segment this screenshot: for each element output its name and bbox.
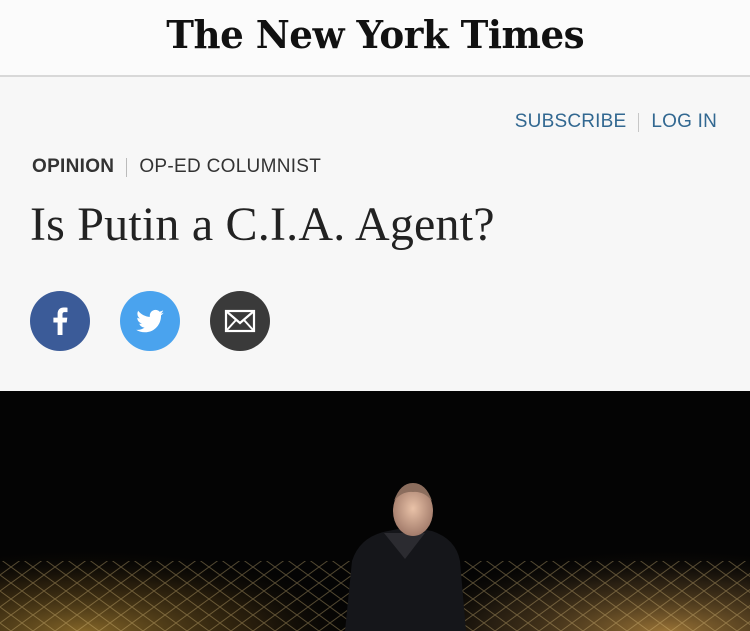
facebook-icon bbox=[53, 307, 68, 335]
login-link[interactable]: LOG IN bbox=[651, 111, 717, 133]
twitter-icon bbox=[136, 309, 164, 333]
facebook-share-button[interactable] bbox=[30, 291, 90, 351]
page-title: Is Putin a C.I.A. Agent? bbox=[30, 198, 495, 251]
masthead: The New York Times bbox=[0, 0, 750, 77]
section-label[interactable]: OPINION bbox=[32, 156, 114, 178]
share-tools bbox=[30, 291, 270, 351]
divider bbox=[638, 112, 640, 132]
nyt-logo[interactable]: The New York Times bbox=[166, 12, 584, 57]
twitter-share-button[interactable] bbox=[120, 291, 180, 351]
lead-photo[interactable] bbox=[0, 391, 750, 631]
lead-photo-image bbox=[0, 391, 750, 631]
kicker: OPINION OP-ED COLUMNIST bbox=[32, 156, 321, 178]
article-header: SUBSCRIBE LOG IN OPINION OP-ED COLUMNIST… bbox=[0, 79, 750, 391]
subsection-label[interactable]: OP-ED COLUMNIST bbox=[139, 156, 321, 178]
envelope-icon bbox=[224, 309, 256, 333]
subscribe-link[interactable]: SUBSCRIBE bbox=[515, 111, 627, 133]
divider bbox=[126, 157, 128, 177]
email-share-button[interactable] bbox=[210, 291, 270, 351]
account-links: SUBSCRIBE LOG IN bbox=[515, 111, 717, 133]
